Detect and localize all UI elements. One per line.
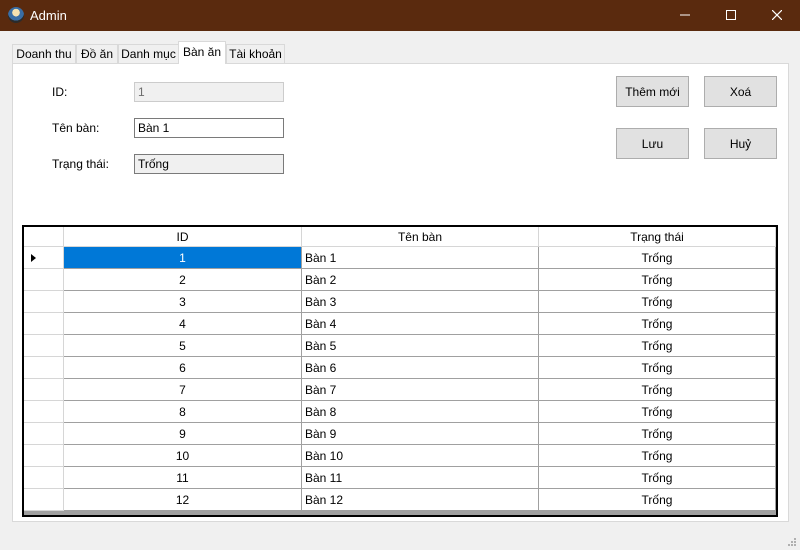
cell-id[interactable]: 6 (64, 357, 302, 379)
app-icon (8, 7, 24, 23)
row-header[interactable] (24, 247, 64, 269)
cell-table-name[interactable]: Bàn 11 (302, 467, 539, 489)
table-row[interactable]: 2 Bàn 2 Trống (24, 269, 776, 291)
current-row-arrow-icon (31, 254, 36, 262)
cell-id[interactable]: 12 (64, 489, 302, 511)
cell-id[interactable]: 7 (64, 379, 302, 401)
cell-status[interactable]: Trống (539, 247, 776, 269)
maximize-button[interactable] (708, 0, 754, 31)
table-row[interactable]: 3 Bàn 3 Trống (24, 291, 776, 313)
cell-table-name[interactable]: Bàn 2 (302, 269, 539, 291)
tab-tables[interactable]: Bàn ăn (178, 41, 226, 64)
tab-accounts[interactable]: Tài khoản (226, 44, 285, 63)
cell-status[interactable]: Trống (539, 423, 776, 445)
row-header[interactable] (24, 269, 64, 291)
cell-id[interactable]: 2 (64, 269, 302, 291)
grid-header: ID Tên bàn Trạng thái (24, 227, 776, 247)
row-header[interactable] (24, 291, 64, 313)
table-name-label: Tên bàn: (52, 121, 100, 135)
cell-id[interactable]: 9 (64, 423, 302, 445)
table-row[interactable]: 5 Bàn 5 Trống (24, 335, 776, 357)
cell-status[interactable]: Trống (539, 379, 776, 401)
minimize-icon (680, 14, 690, 16)
table-row[interactable]: 1 Bàn 1 Trống (24, 247, 776, 269)
tab-food[interactable]: Đồ ăn (76, 44, 118, 63)
maximize-icon (726, 10, 736, 20)
add-button[interactable]: Thêm mới (616, 76, 689, 107)
table-row[interactable]: 10 Bàn 10 Trống (24, 445, 776, 467)
cell-table-name[interactable]: Bàn 4 (302, 313, 539, 335)
cell-status[interactable]: Trống (539, 269, 776, 291)
row-header[interactable] (24, 379, 64, 401)
delete-button[interactable]: Xoá (704, 76, 777, 107)
table-row[interactable]: 6 Bàn 6 Trống (24, 357, 776, 379)
close-icon (772, 10, 782, 20)
cell-id[interactable]: 3 (64, 291, 302, 313)
cell-status[interactable]: Trống (539, 357, 776, 379)
column-header-id[interactable]: ID (64, 227, 302, 247)
cell-status[interactable]: Trống (539, 291, 776, 313)
table-row[interactable]: 7 Bàn 7 Trống (24, 379, 776, 401)
cell-table-name[interactable]: Bàn 7 (302, 379, 539, 401)
cell-table-name[interactable]: Bàn 6 (302, 357, 539, 379)
save-button[interactable]: Lưu (616, 128, 689, 159)
cell-id[interactable]: 11 (64, 467, 302, 489)
row-header[interactable] (24, 401, 64, 423)
minimize-button[interactable] (662, 0, 708, 31)
table-row[interactable]: 4 Bàn 4 Trống (24, 313, 776, 335)
cell-status[interactable]: Trống (539, 467, 776, 489)
cell-id[interactable]: 10 (64, 445, 302, 467)
row-header[interactable] (24, 335, 64, 357)
tables-grid[interactable]: ID Tên bàn Trạng thái 1 Bàn 1 Trống 2 Bàn 2T… (22, 225, 778, 517)
cell-id[interactable]: 1 (64, 247, 302, 269)
cell-table-name[interactable]: Bàn 12 (302, 489, 539, 511)
cell-table-name[interactable]: Bàn 10 (302, 445, 539, 467)
row-header[interactable] (24, 445, 64, 467)
cell-status[interactable]: Trống (539, 445, 776, 467)
table-row[interactable]: 9 Bàn 9 Trống (24, 423, 776, 445)
cell-table-name[interactable]: Bàn 8 (302, 401, 539, 423)
table-row[interactable]: 11 Bàn 11 Trống (24, 467, 776, 489)
row-header-corner (24, 227, 64, 247)
column-header-status[interactable]: Trạng thái (539, 227, 776, 247)
column-header-name[interactable]: Tên bàn (302, 227, 539, 247)
cell-table-name[interactable]: Bàn 9 (302, 423, 539, 445)
cell-table-name[interactable]: Bàn 1 (302, 247, 539, 269)
cell-status[interactable]: Trống (539, 335, 776, 357)
cell-id[interactable]: 8 (64, 401, 302, 423)
row-header[interactable] (24, 467, 64, 489)
tab-category[interactable]: Danh mục (118, 44, 179, 63)
title-bar: Admin (0, 0, 800, 31)
row-header[interactable] (24, 313, 64, 335)
cell-id[interactable]: 5 (64, 335, 302, 357)
tab-revenue[interactable]: Doanh thu (12, 44, 76, 63)
table-row[interactable]: 12 Bàn 12 Trống (24, 489, 776, 511)
cell-id[interactable]: 4 (64, 313, 302, 335)
cancel-button[interactable]: Huỷ (704, 128, 777, 159)
close-button[interactable] (754, 0, 800, 31)
status-field[interactable]: Trống (134, 154, 284, 174)
table-name-input[interactable]: Bàn 1 (134, 118, 284, 138)
cell-table-name[interactable]: Bàn 5 (302, 335, 539, 357)
resize-grip-icon[interactable] (787, 537, 797, 547)
row-header[interactable] (24, 489, 64, 511)
window-title: Admin (30, 8, 67, 23)
status-label: Trạng thái: (52, 157, 109, 171)
id-label: ID: (52, 85, 68, 99)
cell-status[interactable]: Trống (539, 489, 776, 511)
id-field: 1 (134, 82, 284, 102)
cell-status[interactable]: Trống (539, 401, 776, 423)
row-header[interactable] (24, 357, 64, 379)
cell-table-name[interactable]: Bàn 3 (302, 291, 539, 313)
grid-bottom-bar (24, 511, 776, 515)
table-row[interactable]: 8 Bàn 8 Trống (24, 401, 776, 423)
row-header[interactable] (24, 423, 64, 445)
cell-status[interactable]: Trống (539, 313, 776, 335)
